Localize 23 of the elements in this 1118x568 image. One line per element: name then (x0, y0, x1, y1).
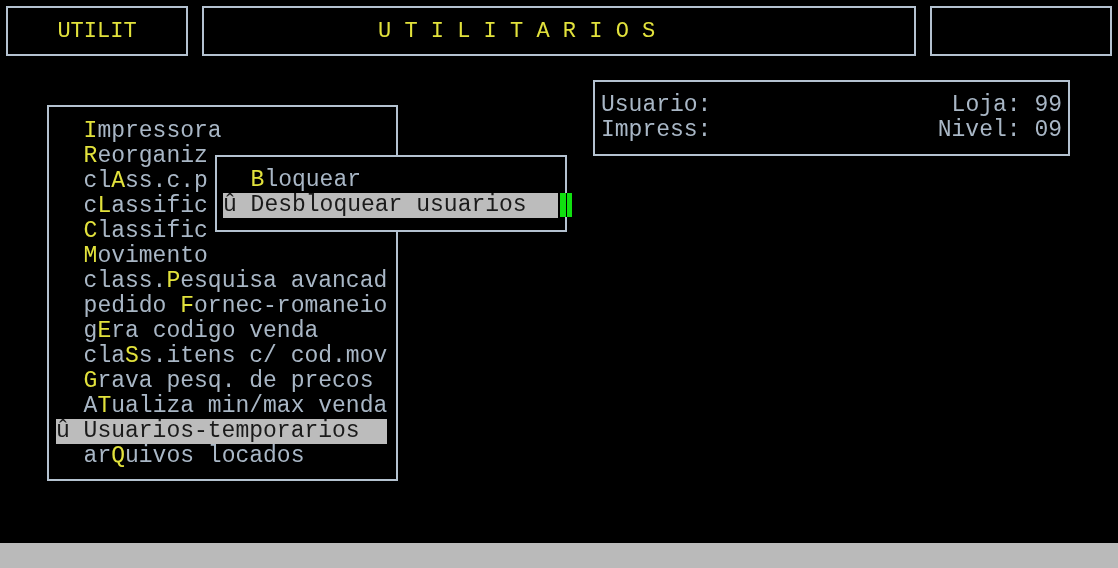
menu-item[interactable]: Impressora (56, 119, 222, 144)
submenu-item[interactable]: û Desbloquear usuarios (223, 193, 559, 218)
menu-item[interactable]: Classific (56, 219, 208, 244)
menu-item[interactable]: class.Pesquisa avancad (56, 269, 388, 294)
screen-title: U T I L I T A R I O S (378, 18, 656, 44)
info-value: Nivel: 09 (937, 118, 1062, 143)
menu-item[interactable]: cLassific (56, 194, 208, 219)
menu-item[interactable]: Movimento (56, 244, 208, 269)
submenu-item[interactable]: Bloquear (223, 168, 362, 193)
info-label: Impress: (601, 118, 712, 143)
module-label: UTILIT (57, 18, 137, 44)
cursor-icon (560, 193, 572, 217)
menu-item[interactable]: Reorganiz (56, 144, 208, 169)
menu-item[interactable]: arQuivos locados (56, 444, 305, 469)
menu-item[interactable]: clAss.c.p (56, 169, 208, 194)
info-value: Loja: 99 (951, 93, 1062, 118)
info-label: Usuario: (601, 93, 712, 118)
menu-item[interactable]: ATualiza min/max venda (56, 394, 388, 419)
menu-item[interactable]: û Usuarios-temporarios (56, 419, 388, 444)
menu-item[interactable]: gEra codigo venda (56, 319, 319, 344)
menu-item[interactable]: claSs.itens c/ cod.mov (56, 344, 388, 369)
menu-item[interactable]: pedido Fornec-romaneio (56, 294, 388, 319)
menu-item[interactable]: Grava pesq. de precos (56, 369, 374, 394)
